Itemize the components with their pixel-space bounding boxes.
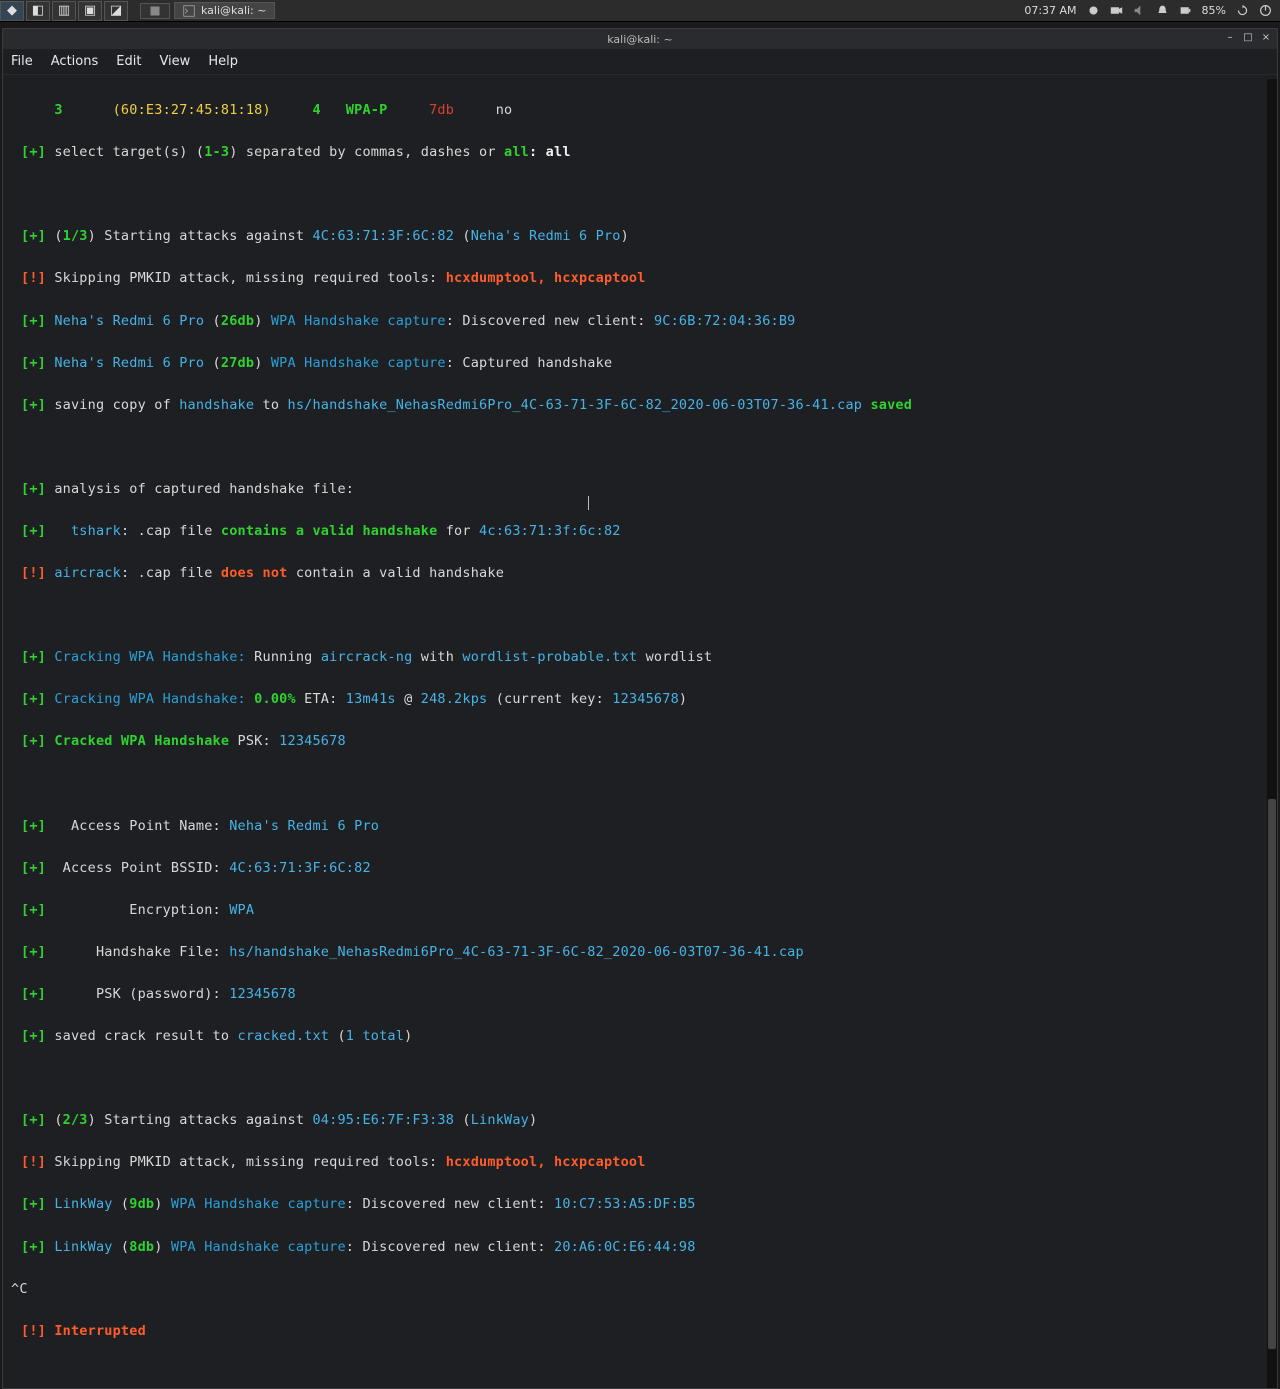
window-close-button[interactable]: × [1259,31,1273,45]
taskbar-launchers: ◆ ◧ ▥ ▣ ◪ kali@kali: ~ [0,1,275,21]
cracked-psk: 12345678 [279,733,346,749]
volume-icon[interactable] [1133,4,1146,17]
menu-view[interactable]: View [159,54,190,69]
battery-icon[interactable] [1179,4,1192,17]
launcher-app2-icon[interactable]: ◧ [26,1,50,21]
terminal-window: kali@kali: ~ – □ × File Actions Edit Vie… [2,28,1278,1389]
interrupted-msg: Interrupted [54,1323,146,1339]
taskbar-app-1[interactable] [140,3,170,19]
launcher-app5-icon[interactable]: ◪ [104,1,128,21]
window-minimize-button[interactable]: – [1223,31,1237,45]
menu-help[interactable]: Help [208,54,238,69]
attack2-essid: LinkWay [471,1112,529,1128]
taskbar-app-terminal-label: kali@kali: ~ [201,4,266,17]
taskbar-app-terminal[interactable]: kali@kali: ~ [174,2,275,19]
record-icon[interactable] [1087,4,1100,17]
tray-clock[interactable]: 07:37 AM [1024,4,1076,17]
target-channel: 4 [312,102,320,118]
text-cursor [588,496,589,510]
ctrl-c: ^C [11,1281,28,1297]
refresh-icon[interactable] [1236,4,1249,17]
client-mac: 9C:6B:72:04:36:B9 [654,313,796,329]
launcher-kali-icon[interactable]: ◆ [0,1,24,21]
launcher-terminal-icon[interactable]: ▣ [78,1,102,21]
target-db: 7db [429,102,454,118]
tray-battery-pct: 85% [1202,4,1226,17]
attack1-essid: Neha's Redmi 6 Pro [471,228,621,244]
menu-file[interactable]: File [11,54,33,69]
menu-edit[interactable]: Edit [116,54,141,69]
window-titlebar[interactable]: kali@kali: ~ – □ × [3,29,1277,49]
target-mac: (60:E3:27:45:81:18) [113,102,271,118]
terminal-output[interactable]: 3 (60:E3:27:45:81:18) 4 WPA-P 7db no [+]… [3,75,1277,1388]
menu-actions[interactable]: Actions [51,54,99,69]
handshake-file: hs/handshake_NehasRedmi6Pro_4C-63-71-3F-… [288,397,863,413]
window-maximize-button[interactable]: □ [1241,31,1255,45]
attack2-bssid: 04:95:E6:7F:F3:38 [312,1112,454,1128]
target-enc: WPA-P [346,102,388,118]
system-tray: 07:37 AM 85% [1024,4,1280,17]
notifications-icon[interactable] [1156,4,1169,17]
desktop-top-panel: ◆ ◧ ▥ ▣ ◪ kali@kali: ~ 07:37 AM 85% [0,0,1280,22]
scrollbar-thumb[interactable] [1268,799,1276,1349]
camera-icon[interactable] [1110,4,1123,17]
terminal-menubar: File Actions Edit View Help [3,49,1277,75]
window-title: kali@kali: ~ [607,33,672,46]
target-client: no [496,102,513,118]
attack1-bssid: 4C:63:71:3F:6C:82 [312,228,454,244]
power-icon[interactable] [1259,4,1272,17]
launcher-files-icon[interactable]: ▥ [52,1,76,21]
terminal-scrollbar[interactable] [1267,79,1277,1388]
target-index: 3 [54,102,62,118]
